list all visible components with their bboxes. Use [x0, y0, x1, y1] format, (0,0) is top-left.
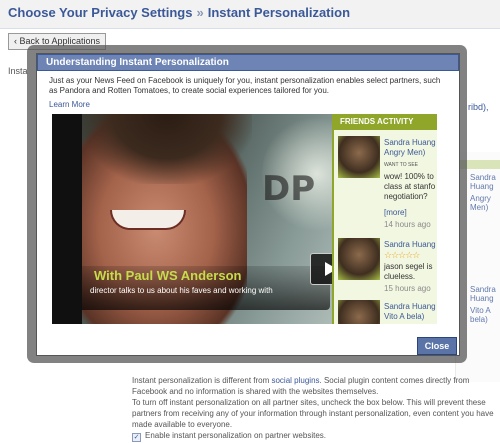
enable-instant-personalization-checkbox[interactable]: ✓ — [132, 433, 141, 442]
dialog-description: Just as your News Feed on Facebook is un… — [49, 76, 441, 95]
rating-stars: ☆☆☆☆☆ — [384, 250, 420, 260]
checkbox-label: Enable instant personalization on partne… — [145, 431, 326, 440]
opt-out-explanation: To turn off instant personalization on a… — [132, 398, 494, 429]
enable-instant-personalization-row[interactable]: ✓ Enable instant personalization on partn… — [132, 431, 326, 442]
friend-sub[interactable]: Angry Men) — [384, 148, 437, 158]
friends-activity-heading: FRIENDS ACTIVITY — [334, 114, 437, 130]
want-to-see-badge: WANT TO SEE — [384, 162, 418, 168]
widget-friend-sub[interactable]: Vito A bela) — [470, 306, 500, 324]
friend-activity-item: Sandra Huang Vito A bela) — [338, 300, 437, 324]
instant-personalization-dialog: Understanding Instant Personalization Ju… — [36, 53, 460, 356]
social-plugins-link[interactable]: social plugins — [271, 376, 319, 385]
video-player[interactable]: DP With Paul WS Anderson director talks … — [52, 114, 437, 324]
background-text-fragment: Insta — [8, 66, 28, 76]
widget-friend-name[interactable]: Sandra Huang — [470, 173, 500, 191]
more-link[interactable]: [more] — [384, 208, 407, 217]
video-dark-edge — [52, 114, 82, 324]
friend-activity-item: Sandra Huang Angry Men) WANT TO SEE wow!… — [338, 136, 437, 232]
friend-activity-item: Sandra Huang ☆☆☆☆☆ jason segel is cluele… — [338, 238, 437, 300]
video-subject-smile — [110, 210, 186, 230]
video-title: With Paul WS Anderson — [94, 268, 242, 283]
dp-logo: DP — [262, 169, 316, 209]
background-link-fragment[interactable]: ribd), — [468, 102, 489, 112]
plugins-explanation: Instant personalization is different fro… — [132, 375, 494, 397]
breadcrumb: Choose Your Privacy Settings » Instant Per… — [8, 5, 350, 20]
widget-friend-sub[interactable]: Angry Men) — [470, 194, 500, 212]
plugins-text: Instant personalization is different fro… — [132, 376, 272, 385]
friend-name[interactable]: Sandra Huang — [384, 138, 437, 148]
friend-name[interactable]: Sandra Huang — [384, 302, 437, 312]
friend-avatar[interactable] — [338, 300, 380, 324]
friend-sub[interactable]: Vito A bela) — [384, 312, 437, 322]
friend-avatar[interactable] — [338, 136, 380, 178]
friend-name[interactable]: Sandra Huang — [384, 240, 437, 250]
breadcrumb-instant-personalization: Instant Personalization — [207, 5, 351, 20]
friend-comment: wow! 100% to class at stanfo negotiation… — [384, 172, 436, 201]
breadcrumb-privacy-settings[interactable]: Choose Your Privacy Settings — [8, 5, 192, 20]
page-header: Choose Your Privacy Settings » Instant Per… — [0, 0, 500, 29]
friends-activity-panel: FRIENDS ACTIVITY Sandra Huang Angry Men)… — [332, 114, 437, 324]
close-button[interactable]: Close — [417, 337, 457, 355]
video-subject-hair — [82, 114, 252, 184]
friend-avatar[interactable] — [338, 238, 380, 280]
friend-comment: jason segel is clueless. — [384, 262, 433, 281]
widget-friend-name[interactable]: Sandra Huang — [470, 285, 500, 303]
video-subtitle: director talks to us about his faves and… — [90, 286, 273, 295]
learn-more-link[interactable]: Learn More — [49, 100, 90, 109]
timestamp: 14 hours ago — [384, 220, 431, 229]
breadcrumb-separator: » — [196, 5, 204, 20]
timestamp: 15 hours ago — [384, 284, 431, 293]
dialog-title: Understanding Instant Personalization — [37, 54, 459, 71]
